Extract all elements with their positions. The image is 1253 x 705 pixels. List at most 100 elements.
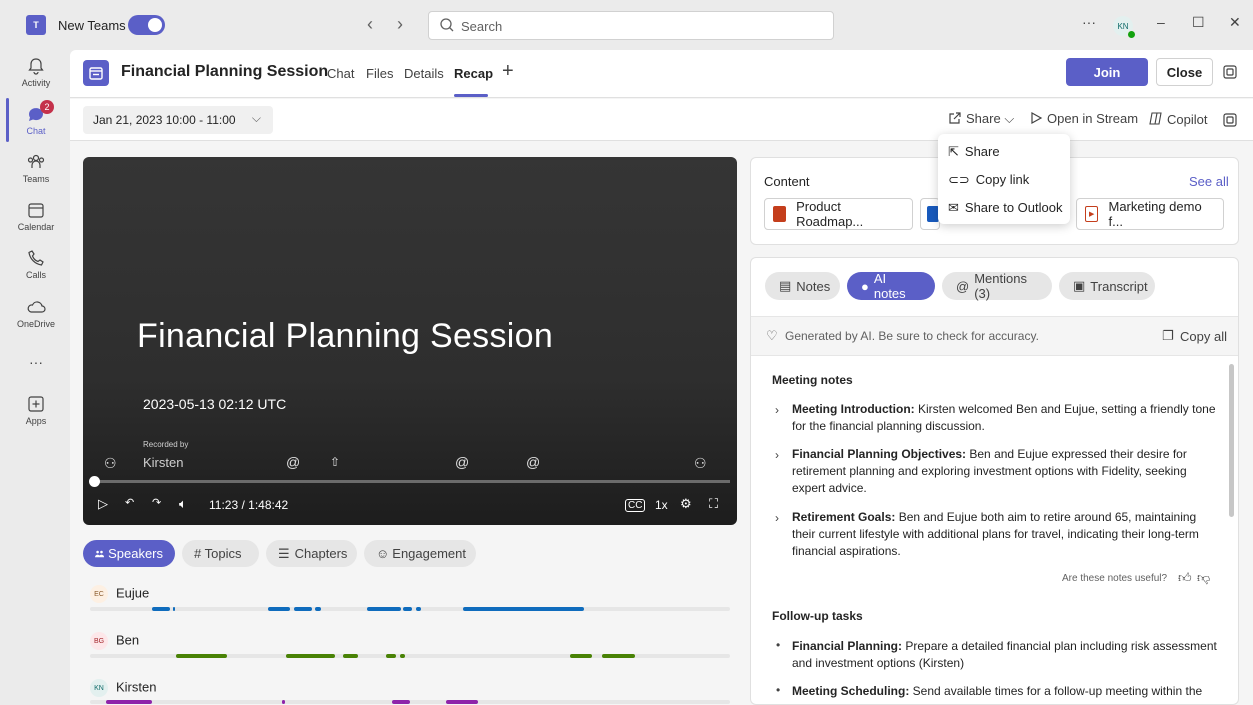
bullet: • bbox=[776, 683, 781, 697]
rail-item-apps[interactable]: Apps bbox=[6, 394, 66, 426]
meeting-title: Financial Planning Session bbox=[121, 63, 329, 80]
copilot-button[interactable]: Copilot bbox=[1148, 111, 1207, 127]
bell-icon bbox=[28, 58, 44, 75]
rail-item-calls[interactable]: Calls bbox=[6, 248, 66, 280]
copy-all-button[interactable]: ❐ Copy all bbox=[1162, 328, 1227, 344]
popout-icon[interactable] bbox=[1223, 65, 1237, 79]
at-icon: @ bbox=[956, 278, 970, 294]
rail-item-onedrive[interactable]: OneDrive bbox=[6, 297, 66, 329]
shared-content-marker-icon[interactable]: ⇧ bbox=[330, 455, 340, 469]
settings-gear-icon[interactable]: ⚙ bbox=[680, 496, 692, 512]
mention-marker-icon[interactable]: @ bbox=[286, 454, 300, 470]
tab-transcript[interactable]: ▣ Transcript bbox=[1059, 272, 1155, 300]
volume-icon[interactable]: 🔈︎ bbox=[179, 496, 187, 512]
speaker-row-kirsten[interactable]: KN Kirsten bbox=[90, 679, 156, 697]
content-heading: Content bbox=[764, 174, 810, 189]
rail-more-apps[interactable]: ··· bbox=[6, 354, 66, 370]
notes-icon: ▤ bbox=[779, 278, 792, 293]
video-time: 11:23 / 1:48:42 bbox=[209, 498, 289, 512]
new-teams-label: New Teams bbox=[58, 18, 126, 33]
mail-icon: ✉ bbox=[948, 200, 959, 215]
back-arrow-icon[interactable]: ‹ bbox=[367, 14, 373, 35]
chat-badge: 2 bbox=[40, 100, 54, 114]
rail-item-chat[interactable]: 2 Chat bbox=[6, 100, 66, 136]
transcript-icon: ▣ bbox=[1073, 278, 1086, 293]
notes-scrollbar[interactable] bbox=[1229, 364, 1234, 517]
speaker-row-eujue[interactable]: EC Eujue bbox=[90, 585, 149, 603]
video-progress-handle[interactable] bbox=[89, 476, 100, 487]
forward-10-icon[interactable]: ↷ bbox=[152, 496, 161, 509]
speaker-timeline-kirsten[interactable] bbox=[90, 700, 730, 704]
new-teams-toggle[interactable] bbox=[128, 15, 165, 35]
cloud-icon bbox=[27, 301, 46, 313]
tab-chat[interactable]: Chat bbox=[327, 66, 354, 81]
powerpoint-icon bbox=[773, 206, 787, 222]
person-leave-icon[interactable]: ⚇ bbox=[694, 455, 707, 472]
video-title: Financial Planning Session bbox=[137, 317, 554, 355]
see-all-link[interactable]: See all bbox=[1189, 174, 1229, 189]
speaker-timeline-ben[interactable] bbox=[90, 654, 730, 658]
mention-marker-icon-3[interactable]: @ bbox=[526, 454, 540, 470]
expand-chevron-icon[interactable]: › bbox=[775, 511, 779, 525]
follow-up-heading: Follow-up tasks bbox=[772, 609, 863, 623]
maximize-button[interactable]: ☐ bbox=[1192, 14, 1205, 31]
close-button[interactable]: Close bbox=[1156, 58, 1213, 86]
stream-icon bbox=[1031, 111, 1043, 125]
filter-chapters[interactable]: ☰ Chapters bbox=[266, 540, 357, 567]
filter-topics[interactable]: # Topics bbox=[182, 540, 259, 567]
video-progress-track[interactable] bbox=[94, 480, 730, 483]
ai-lightbulb-icon: ♡ bbox=[766, 328, 778, 343]
video-file-icon: ▶ bbox=[1085, 206, 1099, 222]
more-options-button[interactable]: ··· bbox=[1082, 14, 1096, 30]
thumbs-up-icon[interactable]: 👍︎ bbox=[1178, 570, 1192, 586]
speaker-timeline-eujue[interactable] bbox=[90, 607, 730, 611]
tab-recap[interactable]: Recap bbox=[454, 66, 493, 81]
date-range-dropdown[interactable]: Jan 21, 2023 10:00 - 11:00 ⌵ bbox=[83, 106, 273, 134]
tab-notes[interactable]: ▤ Notes bbox=[765, 272, 840, 300]
tab-files[interactable]: Files bbox=[366, 66, 393, 81]
filter-engagement[interactable]: ☺ Engagement bbox=[364, 540, 476, 567]
thumbs-down-icon[interactable]: 👎︎ bbox=[1197, 570, 1210, 586]
person-join-icon[interactable]: ⚇ bbox=[104, 455, 117, 472]
rail-item-activity[interactable]: Activity bbox=[6, 56, 66, 88]
avatar: BG bbox=[90, 632, 108, 650]
file-chip-word[interactable] bbox=[920, 198, 940, 230]
tab-details[interactable]: Details bbox=[404, 66, 444, 81]
close-window-button[interactable]: ✕ bbox=[1229, 14, 1241, 31]
play-icon[interactable]: ▷ bbox=[98, 496, 108, 512]
speaker-row-ben[interactable]: BG Ben bbox=[90, 632, 139, 650]
share-icon bbox=[949, 112, 961, 124]
file-chip-marketing[interactable]: ▶ Marketing demo f... bbox=[1076, 198, 1224, 230]
captions-icon[interactable]: CC bbox=[625, 499, 646, 512]
join-button[interactable]: Join bbox=[1066, 58, 1148, 86]
task-item: Financial Planning: Prepare a detailed f… bbox=[792, 639, 1217, 670]
rail-item-calendar[interactable]: Calendar bbox=[6, 200, 66, 232]
recorded-by-name: Kirsten bbox=[143, 455, 184, 470]
search-box[interactable]: Search bbox=[428, 11, 834, 40]
share-button[interactable]: Share ⌵ bbox=[948, 111, 1014, 127]
menu-item-copy-link[interactable]: ⊂⊃ Copy link bbox=[948, 172, 1029, 188]
user-avatar[interactable]: KN bbox=[1113, 16, 1136, 39]
file-chip-roadmap[interactable]: Product Roadmap... bbox=[764, 198, 913, 230]
add-tab-icon[interactable]: + bbox=[502, 60, 514, 83]
menu-item-share-outlook[interactable]: ✉ Share to Outlook bbox=[948, 200, 1062, 216]
rail-item-teams[interactable]: Teams bbox=[6, 152, 66, 184]
ai-disclaimer: Generated by AI. Be sure to check for ac… bbox=[785, 329, 1039, 343]
forward-arrow-icon[interactable]: › bbox=[397, 14, 403, 35]
avatar: KN bbox=[90, 679, 108, 697]
rewind-10-icon[interactable]: ↶ bbox=[125, 496, 134, 509]
tab-mentions[interactable]: @ Mentions (3) bbox=[942, 271, 1052, 301]
mention-marker-icon-2[interactable]: @ bbox=[455, 454, 469, 470]
playback-speed-button[interactable]: 1x bbox=[655, 498, 668, 512]
menu-item-share[interactable]: ⇱ Share bbox=[948, 144, 1000, 160]
tab-ai-notes[interactable]: ● AI notes bbox=[847, 271, 935, 301]
minimize-button[interactable]: – bbox=[1157, 14, 1165, 30]
search-placeholder: Search bbox=[461, 19, 503, 34]
open-in-stream-button[interactable]: Open in Stream bbox=[1029, 111, 1138, 126]
filter-speakers[interactable]: Speakers bbox=[83, 540, 175, 567]
expand-chevron-icon[interactable]: › bbox=[775, 448, 779, 462]
popout-recap-icon[interactable] bbox=[1223, 113, 1237, 127]
recorded-by-label: Recorded by bbox=[143, 440, 189, 449]
expand-chevron-icon[interactable]: › bbox=[775, 403, 779, 417]
fullscreen-icon[interactable]: ⛶ bbox=[709, 496, 718, 512]
